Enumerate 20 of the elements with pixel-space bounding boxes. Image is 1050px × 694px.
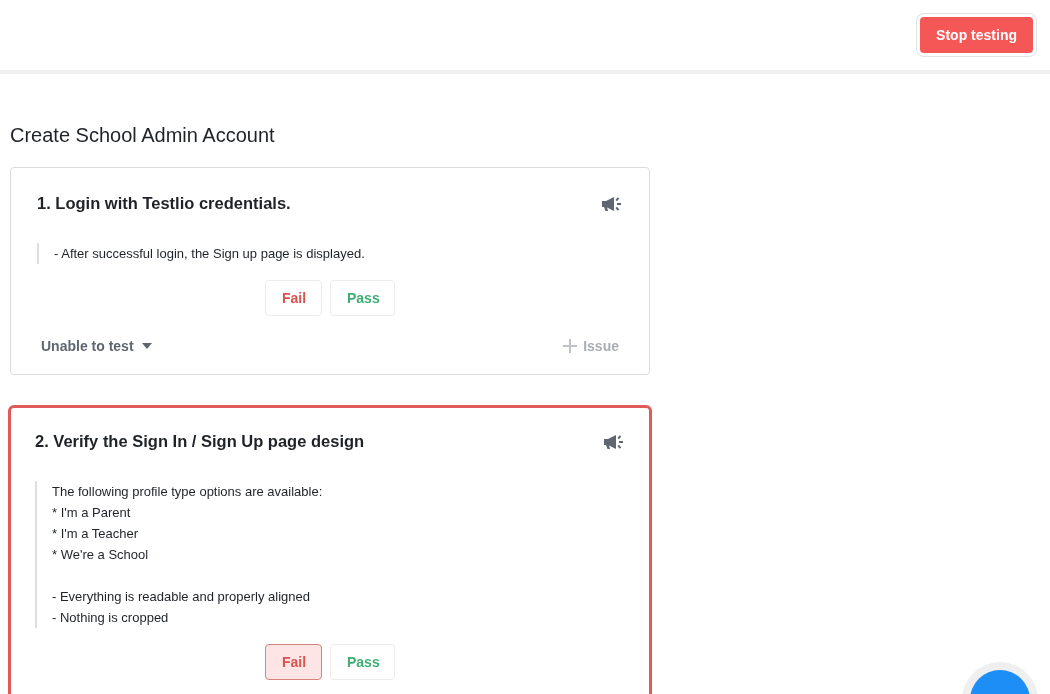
- caret-icon: [141, 343, 152, 349]
- step-title: 1. Login with Testlio credentials.: [37, 194, 291, 213]
- step-title: 2. Verify the Sign In / Sign Up page design: [35, 432, 365, 451]
- fail-button[interactable]: Fail: [265, 280, 322, 316]
- add-issue-button[interactable]: Issue: [563, 338, 619, 354]
- section-title: Create School Admin Account: [10, 124, 276, 147]
- description-line: * We're a School: [52, 546, 150, 564]
- plus-icon: [563, 339, 578, 353]
- megaphone-icon[interactable]: [601, 194, 623, 213]
- fail-button[interactable]: Fail: [265, 644, 322, 680]
- pass-button[interactable]: Pass: [330, 280, 395, 316]
- pass-button[interactable]: Pass: [330, 644, 395, 680]
- description-line: * I'm a Teacher: [52, 525, 140, 543]
- description-line: The following profile type options are available:: [52, 483, 324, 501]
- description-line: - Everything is readable and properly aligned: [52, 588, 311, 606]
- description-line: * I'm a Parent: [52, 504, 132, 522]
- unable-to-test-dropdown[interactable]: Unable to test: [41, 338, 152, 354]
- description-line: - After successful login, the Sign up page is displayed.: [54, 245, 366, 263]
- megaphone-icon[interactable]: [603, 432, 625, 451]
- description-line: - Nothing is cropped: [52, 609, 170, 627]
